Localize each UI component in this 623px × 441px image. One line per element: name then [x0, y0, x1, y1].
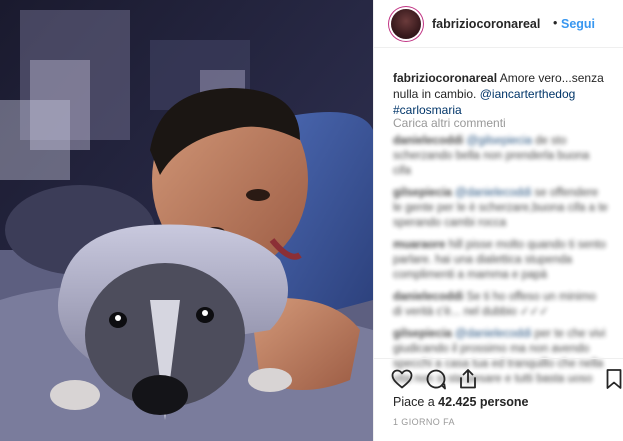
comment-username[interactable]: muaraore: [393, 239, 445, 251]
photo-illustration: [0, 0, 373, 441]
comment-item: danielecoddi Se ti ho offeso un minimo d…: [393, 290, 608, 320]
header-username[interactable]: fabriziocoronareal: [432, 17, 540, 31]
post-photo[interactable]: [0, 0, 373, 441]
post-caption: fabriziocoronareal Amore vero...senza nu…: [393, 70, 608, 118]
comments-list: danielecoddi @gilsepiecia de sto scherza…: [393, 134, 608, 394]
header-separator: •: [553, 16, 558, 30]
caption-mention[interactable]: @iancarterthedog: [480, 87, 576, 101]
comment-mention[interactable]: @danielecoddi: [455, 187, 531, 199]
comment-icon[interactable]: [424, 367, 448, 391]
likes-number: 42.425: [438, 395, 477, 409]
likes-suffix: persone: [476, 395, 529, 409]
avatar[interactable]: [391, 9, 421, 39]
bookmark-icon[interactable]: [602, 367, 623, 391]
instagram-post: fabriziocoronareal • Segui fabriziocoron…: [0, 0, 623, 441]
comment-mention[interactable]: @danielecoddi: [455, 328, 531, 340]
likes-count[interactable]: Piace a 42.425 persone: [393, 395, 529, 409]
post-actions-bar: [374, 365, 623, 395]
follow-button[interactable]: Segui: [561, 17, 595, 31]
comment-mention[interactable]: @gilsepiecia: [467, 135, 532, 147]
comment-username[interactable]: danielecoddi: [393, 291, 463, 303]
post-side-panel: fabriziocoronareal • Segui fabriziocoron…: [373, 0, 623, 441]
post-header: fabriziocoronareal • Segui: [374, 0, 623, 48]
post-timestamp[interactable]: 1 giorno fa: [393, 417, 455, 427]
actions-divider: [374, 358, 623, 359]
likes-prefix: Piace a: [393, 395, 439, 409]
caption-hashtag[interactable]: #carlosmaria: [393, 103, 462, 117]
comment-username[interactable]: danielecoddi: [393, 135, 463, 147]
comment-item: gilsepiecia @danielecoddi se offendere l…: [393, 186, 608, 231]
load-more-comments-button[interactable]: Carica altri commenti: [393, 116, 506, 130]
heart-icon[interactable]: [390, 367, 414, 391]
comment-item: muaraore hill pisse molto quando ti sent…: [393, 238, 608, 283]
share-icon[interactable]: [456, 367, 480, 391]
comment-item: danielecoddi @gilsepiecia de sto scherza…: [393, 134, 608, 179]
caption-username[interactable]: fabriziocoronareal: [393, 71, 497, 85]
comment-username[interactable]: gilsepiecia: [393, 187, 452, 199]
comment-username[interactable]: gilsepiecia: [393, 328, 452, 340]
